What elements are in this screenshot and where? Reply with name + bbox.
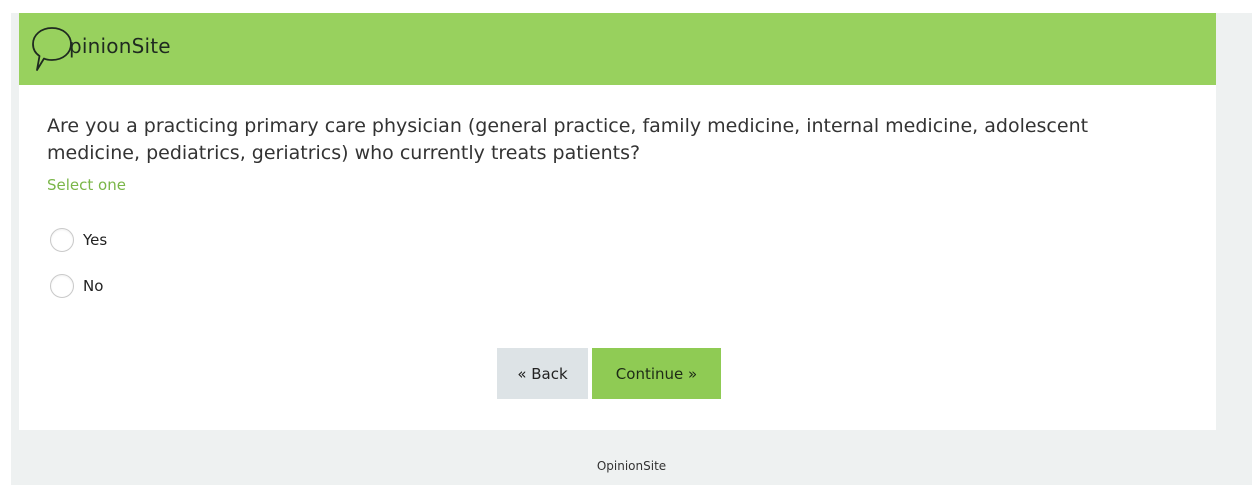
footer-text: OpinionSite [596, 459, 667, 473]
question-text: Are you a practicing primary care physic… [47, 115, 1089, 164]
radio-yes[interactable] [50, 228, 74, 252]
header-bar: pinionSite [19, 13, 1216, 85]
logo-text: pinionSite [69, 34, 171, 58]
option-no-label: No [83, 277, 104, 295]
survey-card: pinionSite Are you a practicing primary … [19, 13, 1216, 430]
radio-no[interactable] [50, 274, 74, 298]
option-yes[interactable]: Yes [50, 228, 107, 252]
speech-bubble-icon [31, 25, 73, 75]
back-button[interactable]: « Back [497, 348, 588, 399]
option-yes-label: Yes [83, 231, 108, 249]
continue-button[interactable]: Continue » [592, 348, 721, 399]
question-hint: Select one [47, 176, 126, 194]
logo: pinionSite [31, 25, 171, 75]
option-no[interactable]: No [50, 274, 103, 298]
